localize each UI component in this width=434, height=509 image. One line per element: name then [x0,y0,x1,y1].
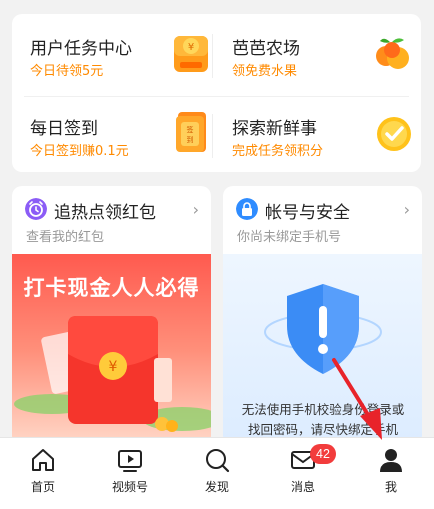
chevron-right-icon: › [403,200,410,219]
alarm-clock-icon [25,198,47,220]
svg-text:签: 签 [187,125,194,134]
tab-home[interactable]: 首页 [8,446,78,502]
check-coin-icon [377,117,411,151]
task-title: 探索新鲜事 [232,119,317,139]
tab-discover[interactable]: 发现 [182,446,252,502]
task-item-user-center[interactable]: 用户任务中心 今日待领5元 ¥ [24,30,214,90]
promo-header: 追热点领红包 › 查看我的红包 [12,186,211,254]
tab-messages[interactable]: 消息 42 [268,444,338,502]
promo-header: 帐号与安全 › 你尚未绑定手机号 [223,186,422,254]
gift-box-icon: ¥ [174,36,208,72]
unread-badge: 42 [310,444,336,464]
task-item-farm[interactable]: 芭芭农场 领免费水果 [226,30,416,90]
task-subtitle: 今日待领5元 [30,64,104,79]
svg-text:¥: ¥ [109,359,118,375]
bind-phone-banner[interactable]: 无法使用手机校验身份登录或找回密码，请尽快绑定手机 [223,254,422,446]
user-icon [380,449,402,472]
fruit-icon [376,38,409,69]
bind-phone-description: 无法使用手机校验身份登录或找回密码，请尽快绑定手机 [241,402,405,437]
svg-text:¥: ¥ [188,42,194,53]
task-subtitle: 领免费水果 [232,64,298,79]
task-card: 用户任务中心 今日待领5元 ¥ 芭芭农场 领免费水果 每日签到 今日签到赚0.1… [12,14,421,172]
lock-icon [236,198,258,220]
tab-label: 我 [384,480,397,494]
tab-label: 视频号 [111,480,148,494]
tab-label: 消息 [290,480,315,494]
chevron-right-icon: › [192,200,199,219]
video-icon [118,450,142,472]
promo-card-red-packet[interactable]: 追热点领红包 › 查看我的红包 ¥ 打卡现金人人必得 [12,186,211,446]
promo-subtitle: 查看我的红包 [26,230,105,245]
red-packet-banner[interactable]: ¥ 打卡现金人人必得 [12,254,211,446]
task-subtitle: 今日签到赚0.1元 [30,144,129,159]
divider [24,96,409,97]
tab-label: 首页 [30,480,55,494]
search-icon [206,449,230,473]
promo-title: 帐号与安全 [265,203,350,223]
task-title: 用户任务中心 [30,39,132,59]
banner-headline: 打卡现金人人必得 [23,276,200,300]
shield-icon [264,284,382,374]
task-item-checkin[interactable]: 每日签到 今日签到赚0.1元 签 到 [24,110,214,170]
tab-channels[interactable]: 视频号 [95,446,165,502]
svg-text:到: 到 [187,136,194,144]
calendar-checkin-icon: 签 到 [176,112,206,152]
promo-title: 追热点领红包 [54,203,156,223]
task-subtitle: 完成任务领积分 [232,144,324,159]
tab-label: 发现 [204,480,229,494]
task-title: 芭芭农场 [232,39,300,59]
task-item-explore[interactable]: 探索新鲜事 完成任务领积分 [226,110,416,170]
tab-me[interactable]: 我 [356,446,426,502]
promo-subtitle: 你尚未绑定手机号 [237,230,342,245]
promo-card-account-security[interactable]: 帐号与安全 › 你尚未绑定手机号 无法使用手机校验身份登录或找回密码，请尽快绑定… [223,186,422,446]
home-icon [32,449,54,471]
bottom-tab-bar: 首页 视频号 发现 消息 42 我 [0,437,434,509]
task-title: 每日签到 [30,119,98,139]
